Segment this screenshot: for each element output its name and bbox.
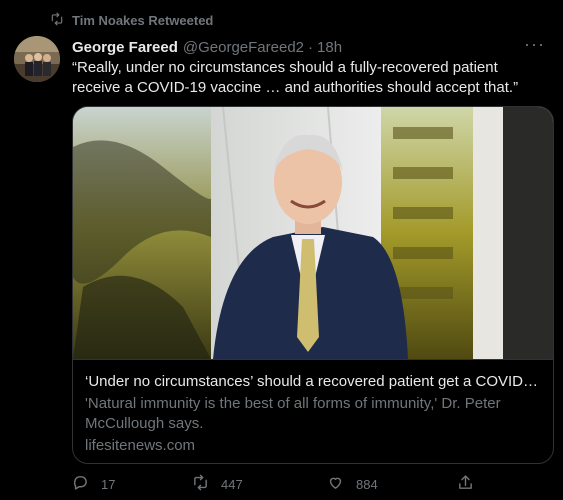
like-button[interactable]: 884 — [327, 474, 378, 494]
share-button[interactable] — [457, 474, 474, 494]
heart-icon — [327, 474, 344, 494]
more-icon[interactable]: ··· — [524, 35, 545, 53]
like-count: 884 — [356, 476, 378, 492]
tweet-text: “Really, under no circumstances should a… — [72, 59, 519, 96]
tweet-header: George Fareed @GeorgeFareed2 · 18h ··· — [72, 35, 545, 57]
share-icon — [457, 474, 474, 494]
retweet-icon — [50, 12, 64, 29]
card-title: ‘Under no circumstances’ should a recove… — [85, 373, 541, 390]
separator: · — [308, 38, 314, 56]
reply-count: 17 — [101, 476, 116, 492]
tweet-actions: 17 447 884 — [72, 474, 502, 494]
retweet-label: Tim Noakes Retweeted — [72, 12, 214, 28]
retweet-icon — [192, 474, 209, 494]
card-description: 'Natural immunity is the best of all for… — [85, 395, 501, 432]
timestamp[interactable]: 18h — [317, 39, 342, 56]
author-handle[interactable]: @GeorgeFareed2 — [183, 39, 304, 56]
card-image — [73, 107, 553, 360]
author-name[interactable]: George Fareed — [72, 39, 178, 56]
retweet-count: 447 — [221, 476, 243, 492]
reply-button[interactable]: 17 — [72, 474, 115, 494]
card-domain: lifesitenews.com — [85, 437, 196, 454]
avatar[interactable] — [14, 36, 60, 82]
card-body: ‘Under no circumstances’ should a recove… — [73, 359, 553, 463]
reply-icon — [72, 474, 89, 494]
retweet-indicator[interactable]: Tim Noakes Retweeted — [50, 10, 213, 30]
link-card[interactable]: ‘Under no circumstances’ should a recove… — [72, 106, 554, 464]
retweet-button[interactable]: 447 — [192, 474, 243, 494]
